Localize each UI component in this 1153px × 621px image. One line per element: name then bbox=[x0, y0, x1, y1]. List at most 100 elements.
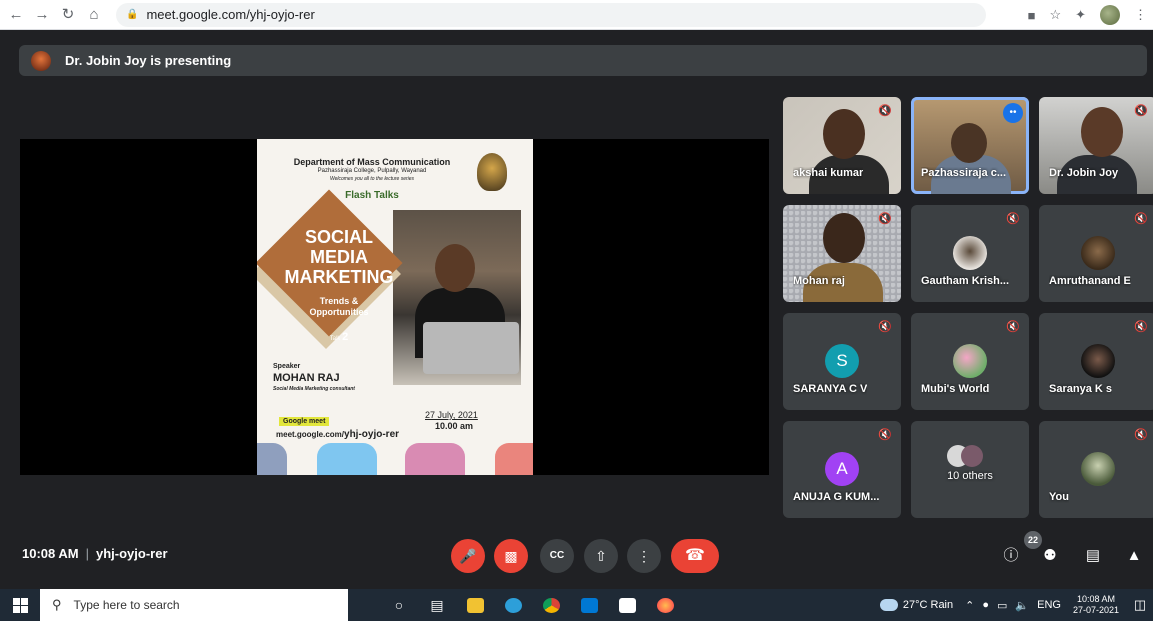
participant-name: Mohan raj bbox=[793, 275, 845, 287]
reload-icon[interactable]: ↻ bbox=[58, 5, 78, 25]
captions-icon: CC bbox=[549, 550, 565, 561]
participant-tile[interactable]: 🔇 Amruthanand E bbox=[1039, 205, 1153, 302]
avatar bbox=[953, 236, 987, 270]
end-call-icon: ☎ bbox=[685, 547, 705, 564]
search-icon: ⚲ bbox=[52, 597, 62, 612]
present-now-icon: ⇧ bbox=[595, 548, 607, 564]
microphone-tray-icon[interactable]: ● bbox=[982, 599, 989, 611]
self-tile[interactable]: 🔇 You bbox=[1039, 421, 1153, 518]
lock-icon: 🔒 bbox=[126, 9, 139, 20]
participant-tile[interactable]: 🔇 A ANUJA G KUM... bbox=[783, 421, 901, 518]
mic-off-icon: 🔇 bbox=[878, 213, 892, 225]
activities-icon: ▲ bbox=[1126, 547, 1142, 564]
end-call-button[interactable]: ☎ bbox=[671, 539, 719, 573]
mic-off-icon: 🔇 bbox=[1134, 321, 1148, 333]
chat-icon: ▤ bbox=[1085, 547, 1101, 564]
poster-department: Department of Mass Communication bbox=[293, 157, 451, 167]
people-button[interactable]: ⚉ bbox=[1039, 545, 1061, 567]
more-options-icon: ⋮ bbox=[637, 548, 651, 564]
home-icon[interactable]: ⌂ bbox=[84, 5, 104, 25]
battery-icon[interactable]: ▭ bbox=[997, 599, 1007, 612]
participant-name: You bbox=[1049, 491, 1069, 503]
avatar bbox=[1081, 344, 1115, 378]
store-icon[interactable] bbox=[612, 589, 642, 621]
meeting-time: 10:08 AM bbox=[22, 546, 79, 561]
mic-off-icon: 🎤 bbox=[459, 548, 477, 564]
poster-college: Pazhassiraja College, Pulpally, Wayanad bbox=[317, 168, 427, 174]
mic-toggle-button[interactable]: 🎤 bbox=[451, 539, 485, 573]
profile-avatar[interactable] bbox=[1100, 5, 1120, 25]
meeting-code: yhj-oyjo-rer bbox=[96, 546, 168, 561]
taskbar-clock[interactable]: 10:08 AM 27-07-2021 bbox=[1073, 594, 1119, 616]
participant-tile[interactable]: 🔇 Saranya K s bbox=[1039, 313, 1153, 410]
chrome-icon[interactable] bbox=[536, 589, 566, 621]
extensions-icon[interactable]: ✦ bbox=[1075, 7, 1086, 23]
bookmark-star-icon[interactable]: ☆ bbox=[1049, 7, 1061, 23]
task-view-icon[interactable]: ▤ bbox=[422, 589, 452, 621]
taskbar-search[interactable]: ⚲ Type here to search bbox=[40, 589, 348, 621]
start-button[interactable] bbox=[0, 589, 40, 621]
camera-toggle-button[interactable]: ▩ bbox=[494, 539, 528, 573]
mic-off-icon: 🔇 bbox=[878, 321, 892, 333]
language-indicator[interactable]: ENG bbox=[1037, 599, 1061, 611]
camera-off-icon: ▩ bbox=[504, 548, 518, 564]
info-icon: ⓘ bbox=[1003, 547, 1019, 564]
poster-date: 27 July, 2021 bbox=[425, 410, 478, 420]
avatar bbox=[1081, 452, 1115, 486]
address-bar[interactable]: 🔒 meet.google.com/yhj-oyjo-rer bbox=[116, 2, 986, 27]
participant-name: akshai kumar bbox=[793, 167, 864, 179]
present-button[interactable]: ⇧ bbox=[584, 539, 618, 573]
forward-icon[interactable]: → bbox=[32, 5, 52, 25]
poster-series: Flash Talks bbox=[345, 190, 399, 201]
tray-chevron-icon[interactable]: ⌃ bbox=[965, 599, 974, 612]
captions-button[interactable]: CC bbox=[540, 539, 574, 573]
back-icon[interactable]: ← bbox=[6, 5, 26, 25]
activities-button[interactable]: ▲ bbox=[1123, 545, 1145, 567]
participant-tile[interactable]: 🔇 akshai kumar bbox=[783, 97, 901, 194]
system-tray: 27°C Rain ⌃ ● ▭ 🔈 ENG 10:08 AM 27-07-202… bbox=[879, 589, 1153, 621]
mail-icon[interactable] bbox=[574, 589, 604, 621]
participant-tile[interactable]: 🔇 Mubi's World bbox=[911, 313, 1029, 410]
cortana-icon[interactable]: ○ bbox=[384, 589, 414, 621]
avatar: A bbox=[825, 452, 859, 486]
chat-button[interactable]: ▤ bbox=[1082, 545, 1104, 567]
browser-menu-icon[interactable]: ⋮ bbox=[1134, 7, 1147, 23]
edge-icon[interactable] bbox=[498, 589, 528, 621]
firefox-icon[interactable] bbox=[650, 589, 680, 621]
facebook-icon bbox=[257, 443, 287, 475]
camera-indicator-icon[interactable]: ■ bbox=[1028, 8, 1036, 23]
file-explorer-icon[interactable] bbox=[460, 589, 490, 621]
avatar bbox=[953, 344, 987, 378]
mic-off-icon: 🔇 bbox=[878, 429, 892, 441]
poster-speaker-label: Speaker bbox=[273, 363, 301, 370]
participant-tile[interactable]: 🔇 Dr. Jobin Joy bbox=[1039, 97, 1153, 194]
meeting-info-button[interactable]: ⓘ bbox=[1000, 545, 1022, 567]
volume-icon[interactable]: 🔈 bbox=[1015, 599, 1029, 612]
others-tile[interactable]: 10 others bbox=[911, 421, 1029, 518]
participant-tile[interactable]: 🔇 Gautham Krish... bbox=[911, 205, 1029, 302]
youtube-icon bbox=[495, 443, 533, 475]
college-emblem bbox=[477, 153, 507, 191]
others-label: 10 others bbox=[947, 470, 993, 482]
mic-off-icon: 🔇 bbox=[1006, 321, 1020, 333]
browser-actions: ■ ☆ ✦ ⋮ bbox=[1028, 5, 1147, 25]
poster-welcome: Welcomes you all to the lecture series bbox=[329, 176, 415, 182]
poster-talk: Talk 2 bbox=[329, 331, 349, 343]
participant-name: Gautham Krish... bbox=[921, 275, 1010, 287]
participant-tile[interactable]: •• Pazhassiraja c... bbox=[911, 97, 1029, 194]
poster-subtitle: Trends & Opportunities bbox=[309, 296, 369, 317]
participant-tile[interactable]: 🔇 S SARANYA C V bbox=[783, 313, 901, 410]
mic-off-icon: 🔇 bbox=[1134, 213, 1148, 225]
participant-name: Pazhassiraja c... bbox=[921, 167, 1006, 179]
instagram-icon bbox=[405, 443, 465, 475]
poster-time: 10.00 am bbox=[435, 421, 474, 431]
notifications-icon[interactable]: ◫ bbox=[1127, 597, 1153, 613]
more-options-button[interactable]: ⋮ bbox=[627, 539, 661, 573]
mic-off-icon: 🔇 bbox=[1134, 429, 1148, 441]
people-icon: ⚉ bbox=[1043, 547, 1057, 564]
weather-widget[interactable]: 27°C Rain bbox=[879, 599, 953, 611]
speaking-indicator-icon: •• bbox=[1003, 103, 1023, 123]
url-host: meet.google.com bbox=[146, 7, 247, 22]
rain-cloud-icon bbox=[879, 599, 898, 611]
participant-tile[interactable]: 🔇 Mohan raj bbox=[783, 205, 901, 302]
